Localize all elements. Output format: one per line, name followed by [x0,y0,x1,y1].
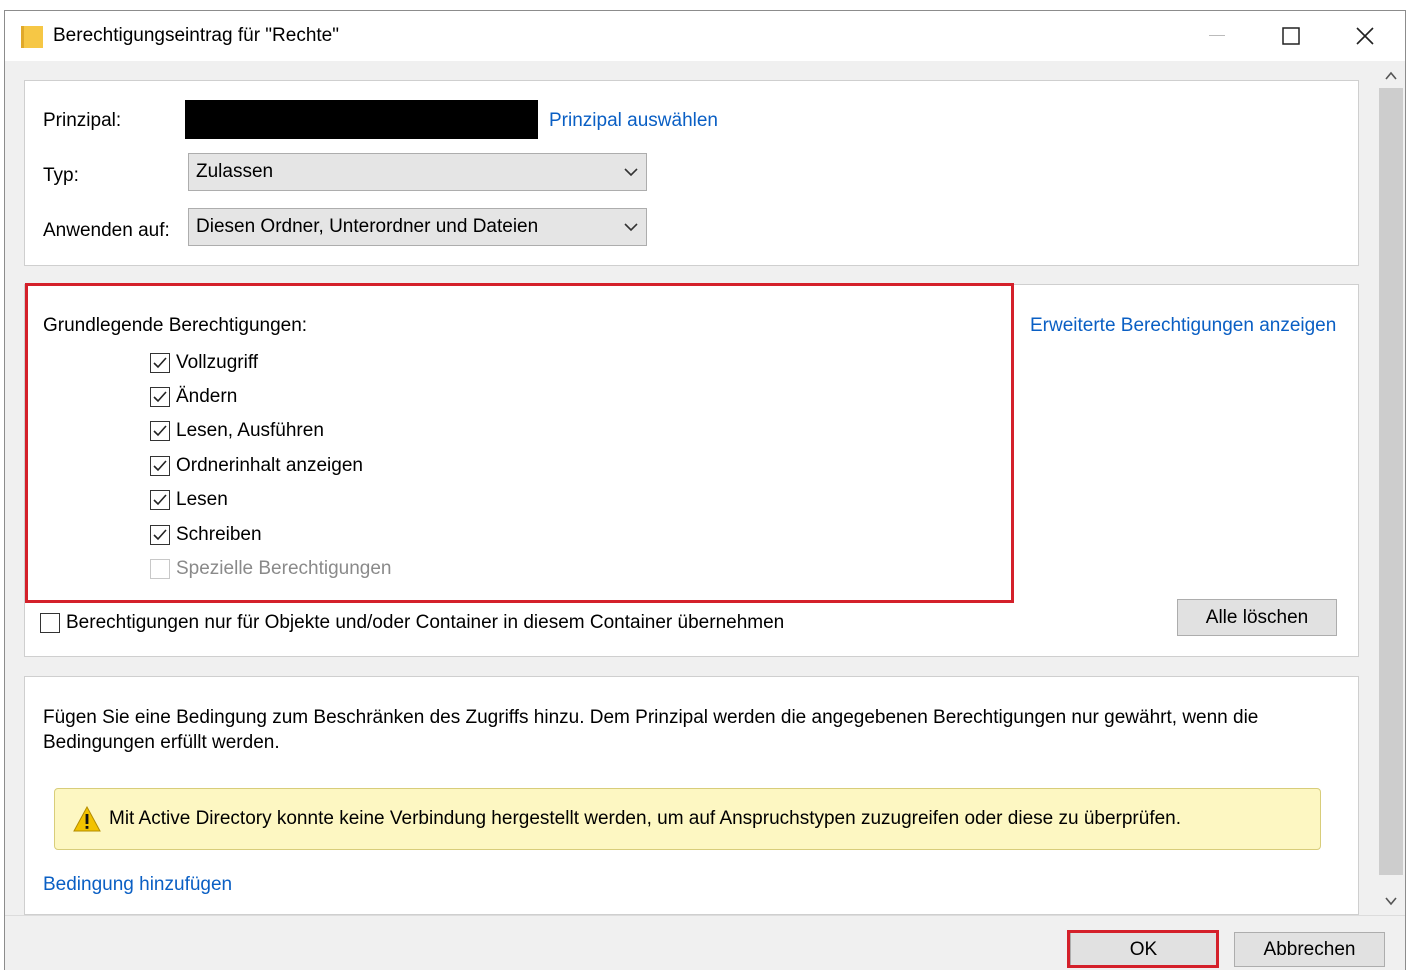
checkbox-read-execute[interactable] [150,421,170,441]
chevron-down-icon [624,168,638,177]
checkbox-full-control[interactable] [150,353,170,373]
type-select-value: Zulassen [196,161,274,182]
folder-icon [21,24,43,48]
scroll-down-arrow-icon[interactable] [1382,893,1400,909]
permission-label-disabled: Spezielle Berechtigungen [176,558,392,579]
inherit-only-label: Berechtigungen nur für Objekte und/oder … [66,612,785,633]
apply-to-select-value: Diesen Ordner, Unterordner und Dateien [196,216,539,237]
cancel-button[interactable]: Abbrechen [1234,932,1385,967]
close-button[interactable] [1332,11,1398,61]
close-icon [1356,27,1374,45]
checkmark-icon [153,494,167,506]
minimize-icon [1209,35,1225,36]
checkbox-inherit-only[interactable] [40,613,60,633]
checkbox-modify[interactable] [150,387,170,407]
apply-to-label: Anwenden auf: [43,220,170,241]
principal-name-redacted [185,100,538,139]
checkbox-read[interactable] [150,490,170,510]
clear-all-button[interactable]: Alle löschen [1177,599,1337,636]
maximize-button[interactable] [1258,11,1324,61]
checkbox-list-folder-contents[interactable] [150,456,170,476]
scrollbar-thumb[interactable] [1379,88,1403,875]
principal-label: Prinzipal: [43,110,122,131]
checkmark-icon [153,460,167,472]
scroll-up-arrow-icon[interactable] [1382,68,1400,84]
basic-permissions-heading: Grundlegende Berechtigungen: [43,315,308,336]
permission-label: Lesen [176,489,228,510]
permission-label: Lesen, Ausführen [176,420,324,441]
checkmark-icon [153,425,167,437]
type-select[interactable]: Zulassen [188,153,647,191]
condition-description: Fügen Sie eine Bedingung zum Beschränken… [43,707,1259,753]
highlight-box-ok [1067,930,1219,968]
warning-text: Mit Active Directory konnte keine Verbin… [109,808,1182,829]
apply-to-select[interactable]: Diesen Ordner, Unterordner und Dateien [188,208,647,246]
checkmark-icon [153,529,167,541]
checkbox-write[interactable] [150,525,170,545]
select-principal-link[interactable]: Prinzipal auswählen [549,110,718,132]
maximize-icon [1282,27,1300,45]
checkmark-icon [153,391,167,403]
show-advanced-permissions-link[interactable]: Erweiterte Berechtigungen anzeigen [1030,315,1336,337]
checkmark-icon [153,357,167,369]
chevron-down-icon [624,223,638,232]
type-label: Typ: [43,165,79,186]
permission-label: Schreiben [176,524,262,545]
warning-icon [73,805,101,832]
minimize-button[interactable] [1184,11,1250,61]
permission-label: Ändern [176,386,238,407]
permission-label: Vollzugriff [176,352,259,373]
add-condition-link[interactable]: Bedingung hinzufügen [43,874,232,896]
window-title: Berechtigungseintrag für "Rechte" [53,25,339,46]
permission-label: Ordnerinhalt anzeigen [176,455,363,476]
checkbox-special-permissions [150,559,170,579]
